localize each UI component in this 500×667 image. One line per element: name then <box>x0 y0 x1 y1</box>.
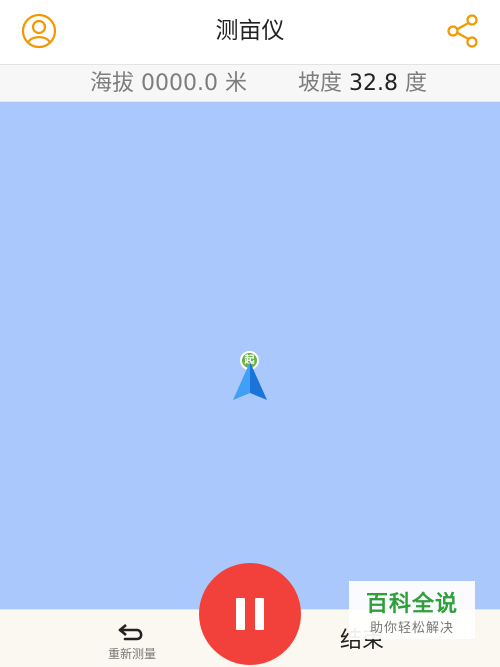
pause-icon-bar <box>255 598 264 630</box>
altitude-label: 海拔 <box>90 71 135 96</box>
slope-readout: 坡度 32.8 度 <box>298 65 427 102</box>
share-button[interactable] <box>446 13 480 49</box>
pause-button[interactable] <box>199 563 301 665</box>
slope-value: 32.8 <box>349 71 398 96</box>
navigation-arrow-icon <box>233 362 267 400</box>
watermark-logo: 百科全说 助你轻松解决 <box>349 581 475 639</box>
altitude-readout: 海拔 0000.0 米 <box>90 65 247 102</box>
altitude-unit: 米 <box>225 71 248 96</box>
app-header: 测亩仪 <box>0 0 500 65</box>
remeasure-button[interactable]: 重新测量 <box>96 613 168 663</box>
altitude-value: 0000.0 <box>141 71 218 96</box>
page-title: 测亩仪 <box>215 18 285 44</box>
slope-label: 坡度 <box>298 71 343 96</box>
remeasure-label: 重新测量 <box>107 647 156 661</box>
watermark-title: 百科全说 <box>365 592 458 617</box>
pause-icon <box>236 598 245 630</box>
slope-unit: 度 <box>405 71 428 96</box>
share-icon <box>447 14 478 48</box>
watermark-subtitle: 助你轻松解决 <box>369 621 454 636</box>
undo-arrow-icon <box>118 624 143 641</box>
measurement-info-bar: 海拔 0000.0 米 坡度 32.8 度 <box>0 65 500 102</box>
